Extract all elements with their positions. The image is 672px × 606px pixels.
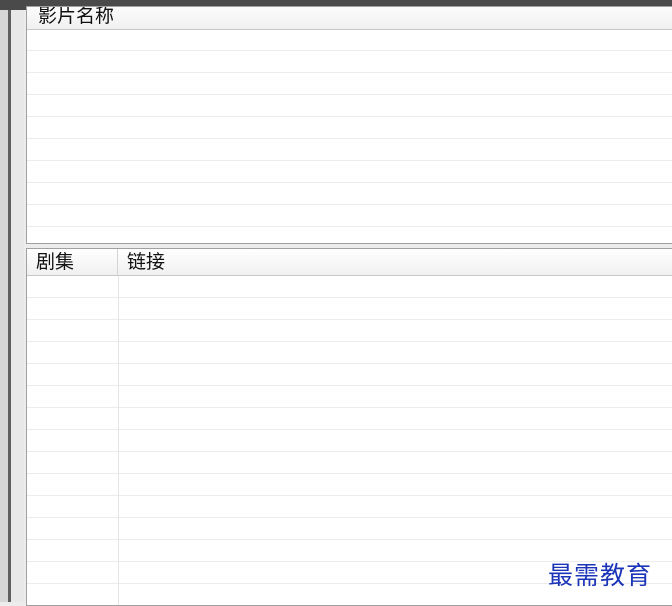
list-item[interactable]	[27, 183, 672, 205]
list-item[interactable]	[27, 408, 672, 430]
list-item[interactable]	[27, 161, 672, 183]
left-margin	[11, 10, 24, 602]
column-divider	[118, 276, 119, 605]
list-item[interactable]	[27, 430, 672, 452]
list-item[interactable]	[27, 139, 672, 161]
list-item[interactable]	[27, 29, 672, 51]
list-item[interactable]	[27, 496, 672, 518]
left-panel-edge	[0, 10, 8, 602]
film-name-list[interactable]: 影片名称	[26, 6, 672, 244]
list-item[interactable]	[27, 474, 672, 496]
list-item[interactable]	[27, 320, 672, 342]
film-list-rows[interactable]	[27, 29, 672, 243]
list-item[interactable]	[27, 117, 672, 139]
column-header-film-name[interactable]: 影片名称	[27, 7, 672, 29]
watermark-logo: 最需教育	[548, 561, 653, 590]
film-list-header: 影片名称	[27, 7, 672, 30]
list-item[interactable]	[27, 276, 672, 298]
list-item[interactable]	[27, 95, 672, 117]
list-item[interactable]	[27, 51, 672, 73]
list-item[interactable]	[27, 386, 672, 408]
list-item[interactable]	[27, 73, 672, 95]
list-item[interactable]	[27, 205, 672, 227]
column-header-link[interactable]: 链接	[118, 249, 672, 275]
list-item[interactable]	[27, 452, 672, 474]
list-item[interactable]	[27, 298, 672, 320]
list-item[interactable]	[27, 342, 672, 364]
episode-link-list[interactable]: 剧集 链接	[26, 248, 672, 606]
list-item[interactable]	[27, 364, 672, 386]
episode-list-header: 剧集 链接	[27, 249, 672, 276]
list-item[interactable]	[27, 518, 672, 540]
column-header-episode[interactable]: 剧集	[27, 249, 118, 275]
